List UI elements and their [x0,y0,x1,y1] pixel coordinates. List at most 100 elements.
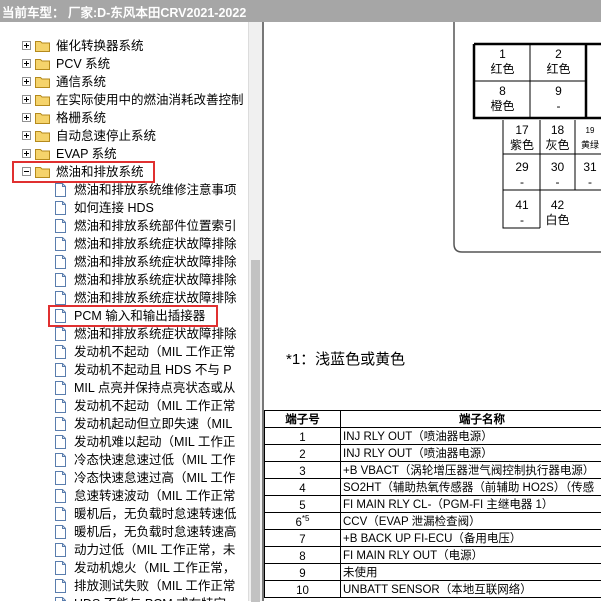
connector-pin: 29- [504,160,540,190]
header-terminal-name: 端子名称 [341,411,601,428]
expand-icon[interactable] [22,131,31,140]
tree-folder-item[interactable]: 格栅系统 [0,109,248,127]
tree-document-label: 发动机不起动（MIL 工作正常 [74,397,235,415]
terminal-number-cell: 7 [265,530,341,547]
connector-pin: 31- [575,160,601,190]
tree-document-item[interactable]: 燃油和排放系统症状故障排除 [0,235,248,253]
table-row: 10UNBATT SENSOR（本地互联网络） [265,581,601,598]
pin-number: 1 [475,47,530,62]
tree-document-item[interactable]: 发动机不起动（MIL 工作正常 [0,343,248,361]
terminal-name: CCV（EVAP 泄漏检查阀） [341,513,601,530]
tree-document-label: 排放测试失败（MIL 工作正常 [74,577,235,595]
tree-document-label: 燃油和排放系统症状故障排除 [74,325,237,343]
document-icon [55,507,66,521]
tree-document-label: 燃油和排放系统症状故障排除 [74,235,237,253]
tree-folder-item[interactable]: 催化转换器系统 [0,37,248,55]
tree-document-item[interactable]: 暖机后，无负载时怠速转速低 [0,505,248,523]
connector-pin: 42白色 [540,198,575,228]
terminal-number: 10 [296,584,309,596]
tree-document-item[interactable]: 暖机后，无负载时怠速转速高 [0,523,248,541]
pin-wire-color: 橙色 [475,99,530,114]
tree-scrollbar[interactable] [248,22,262,601]
folder-icon [35,148,50,160]
terminal-number: 8 [299,550,305,562]
tree-folder-item[interactable]: PCV 系统 [0,55,248,73]
tree-document-item[interactable]: 燃油和排放系统症状故障排除 [0,253,248,271]
tree-folder-label: 在实际使用中的燃油消耗改善控制 [56,91,244,109]
terminal-number-cell: 9 [265,564,341,581]
tree-document-item[interactable]: 动力过低（MIL 工作正常，未 [0,541,248,559]
tree-document-item[interactable]: 发动机不起动（MIL 工作正常 [0,397,248,415]
tree-folder-item[interactable]: 自动怠速停止系统 [0,127,248,145]
terminal-name: INJ RLY OUT（喷油器电源） [341,445,601,462]
folder-icon [35,94,50,106]
document-icon [55,399,66,413]
terminal-number-cell: 8 [265,547,341,564]
connector-pin: 2红色 [531,47,586,77]
tree-document-item[interactable]: 发动机起动但立即失速（MIL [0,415,248,433]
expand-icon[interactable] [22,113,31,122]
document-icon [55,381,66,395]
tree-document-label: 暖机后，无负载时怠速转速高 [74,523,237,541]
expand-icon[interactable] [22,149,31,158]
tree-scrollbar-thumb[interactable] [251,260,260,602]
tree-document-label: 动力过低（MIL 工作正常，未 [74,541,235,559]
document-icon [55,273,66,287]
expand-icon[interactable] [22,41,31,50]
expand-icon[interactable] [22,77,31,86]
document-icon [55,201,66,215]
expand-icon[interactable] [22,59,31,68]
terminal-name: FI MAIN RLY CL-（PGM-FI 主继电器 1） [341,496,601,513]
tree-document-item[interactable]: HDS 不能与 PCM 或在特定 [0,595,248,601]
tree-document-item[interactable]: MIL 点亮并保持点亮状态或从 [0,379,248,397]
highlight-pcm-connector-item [48,305,218,327]
tree-document-item[interactable]: 发动机不起动且 HDS 不与 P [0,361,248,379]
document-icon [55,327,66,341]
tree-folder-item[interactable]: 通信系统 [0,73,248,91]
pin-number: 31 [575,160,601,175]
tree-folder-label: 格栅系统 [56,109,106,127]
document-icon [55,219,66,233]
tree-document-item[interactable]: 发动机熄火（MIL 工作正常， [0,559,248,577]
table-row: 2 INJ RLY OUT（喷油器电源） [265,445,601,462]
document-icon [55,471,66,485]
tree-folder-item[interactable]: 在实际使用中的燃油消耗改善控制 [0,91,248,109]
footnote: *1：浅蓝色或黄色 [286,348,405,369]
document-icon [55,543,66,557]
pin-wire-color: 红色 [475,62,530,77]
terminal-number: 2 [299,448,305,460]
connector-pin: 18灰色 [540,123,575,153]
tree-document-item[interactable]: 燃油和排放系统症状故障排除 [0,325,248,343]
pin-wire-color: 灰色 [540,138,575,153]
pin-wire-color: - [575,175,601,190]
document-icon [55,291,66,305]
tree-document-label: 冷态快速怠速过低（MIL 工作 [74,451,235,469]
terminal-name: +B BACK UP FI-ECU（备用电压） [341,530,601,547]
tree-document-item[interactable]: 冷态快速怠速过高（MIL 工作 [0,469,248,487]
tree-document-item[interactable]: 如何连接 HDS [0,199,248,217]
tree-document-label: HDS 不能与 PCM 或在特定 [74,595,226,601]
terminal-name: INJ RLY OUT（喷油器电源） [341,428,601,445]
table-row: 3+B VBACT（涡轮增压器泄气阀控制执行器电源） [265,462,601,479]
connector-pin: 1红色 [475,47,530,77]
tree-document-item[interactable]: 排放测试失败（MIL 工作正常 [0,577,248,595]
expand-icon[interactable] [22,95,31,104]
document-icon [55,597,66,601]
pin-number: 19 [575,123,601,138]
tree-document-item[interactable]: 发动机难以起动（MIL 工作正 [0,433,248,451]
tree-document-item[interactable]: 燃油和排放系统症状故障排除 [0,271,248,289]
table-row: 1INJ RLY OUT（喷油器电源） [265,428,601,445]
folder-icon [35,112,50,124]
tree-document-label: 暖机后，无负载时怠速转速低 [74,505,237,523]
connector-pin: 8橙色 [475,84,530,114]
terminal-number: 4 [299,482,305,494]
tree-document-item[interactable]: 怠速转速波动（MIL 工作正常 [0,487,248,505]
tree-document-item[interactable]: 燃油和排放系统部件位置索引 [0,217,248,235]
tree-document-label: MIL 点亮并保持点亮状态或从 [74,379,235,397]
terminal-number-cell: 10 [265,581,341,598]
tree-document-item[interactable]: 冷态快速怠速过低（MIL 工作 [0,451,248,469]
tree-document-item[interactable]: 燃油和排放系统维修注意事项 [0,181,248,199]
document-icon [55,453,66,467]
connector-pin: 30- [540,160,575,190]
pin-table: 端子号 端子名称 1INJ RLY OUT（喷油器电源）2INJ RLY OUT… [264,410,601,598]
